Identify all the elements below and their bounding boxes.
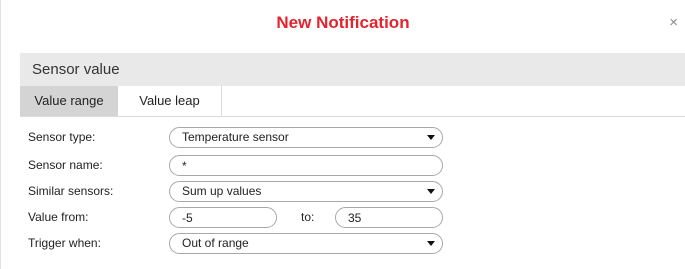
similar-sensors-value: Sum up values xyxy=(182,184,262,198)
sensor-type-select[interactable]: Temperature sensor xyxy=(169,127,443,148)
trigger-when-select[interactable]: Out of range xyxy=(169,233,443,254)
section-header: Sensor value xyxy=(20,53,685,86)
value-to-label: to: xyxy=(301,210,315,224)
value-to-input[interactable] xyxy=(335,207,443,228)
dialog-title-bar: New Notification × xyxy=(1,0,685,44)
row-sensor-type: Sensor type: Temperature sensor xyxy=(1,127,685,149)
tab-bar: Value range Value leap xyxy=(20,86,685,117)
trigger-when-label: Trigger when: xyxy=(28,236,101,250)
tab-value-range[interactable]: Value range xyxy=(20,86,118,116)
value-from-label: Value from: xyxy=(28,210,89,224)
row-value-range: Value from: to: xyxy=(1,207,685,229)
value-from-input[interactable] xyxy=(169,207,277,228)
tab-value-leap[interactable]: Value leap xyxy=(118,86,222,116)
row-trigger-when: Trigger when: Out of range xyxy=(1,233,685,255)
chevron-down-icon xyxy=(427,189,435,194)
sensor-name-label: Sensor name: xyxy=(28,158,103,172)
sensor-name-input[interactable] xyxy=(169,155,443,176)
dialog-title: New Notification xyxy=(276,13,410,32)
close-icon[interactable]: × xyxy=(669,15,678,30)
row-sensor-name: Sensor name: xyxy=(1,155,685,177)
row-similar-sensors: Similar sensors: Sum up values xyxy=(1,181,685,203)
section-title: Sensor value xyxy=(32,61,120,78)
similar-sensors-select[interactable]: Sum up values xyxy=(169,181,443,202)
sensor-type-label: Sensor type: xyxy=(28,130,96,144)
chevron-down-icon xyxy=(427,241,435,246)
trigger-when-value: Out of range xyxy=(182,236,249,250)
chevron-down-icon xyxy=(427,135,435,140)
similar-sensors-label: Similar sensors: xyxy=(28,184,114,198)
new-notification-dialog: New Notification × Sensor value Value ra… xyxy=(0,0,685,269)
sensor-type-value: Temperature sensor xyxy=(182,130,289,144)
